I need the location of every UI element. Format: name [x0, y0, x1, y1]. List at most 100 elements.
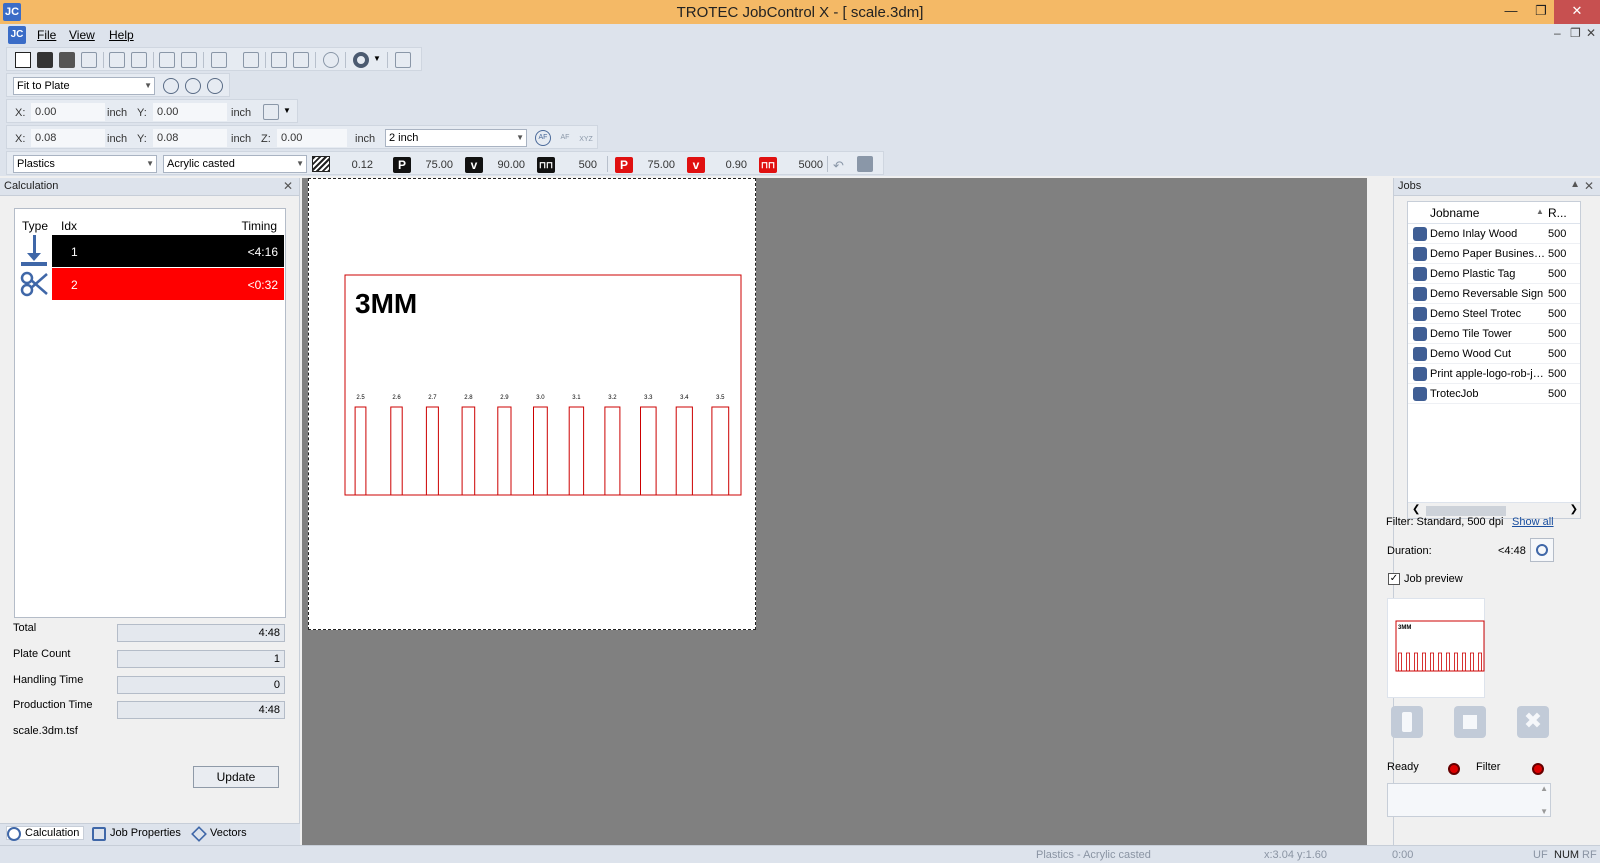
close-icon[interactable]: ✕: [1554, 0, 1600, 24]
layers-icon[interactable]: [243, 52, 259, 68]
arrange-icon[interactable]: [131, 52, 147, 68]
restore-icon[interactable]: ❐: [1526, 0, 1556, 24]
ready-status-icon: [1448, 763, 1460, 775]
autofocus-icon[interactable]: AF: [535, 130, 551, 146]
save-icon[interactable]: [37, 52, 53, 68]
update-button[interactable]: Update: [193, 766, 279, 788]
timer-button[interactable]: [1530, 538, 1554, 562]
zoom-out-icon[interactable]: [207, 78, 223, 94]
list-item[interactable]: TrotecJob 500: [1408, 384, 1580, 404]
column-r[interactable]: R...: [1548, 206, 1567, 220]
zoom-select[interactable]: Fit to Plate ▼: [13, 77, 155, 95]
x-position-field[interactable]: 0.00: [31, 103, 105, 121]
cut-speed[interactable]: 0.90: [711, 159, 747, 171]
rotate-icon[interactable]: [271, 52, 287, 68]
mirror-icon[interactable]: [159, 52, 175, 68]
settings-dropdown-icon[interactable]: ▼: [373, 54, 381, 63]
y-size-field[interactable]: 0.08: [153, 129, 227, 147]
print-icon[interactable]: [81, 52, 97, 68]
cut-frequency[interactable]: 5000: [787, 159, 823, 171]
close-panel-icon[interactable]: ✕: [283, 179, 293, 193]
zoom-icon[interactable]: [163, 78, 179, 94]
position-toolbar-row: X: 0.00 inch Y: 0.00 inch ▼: [0, 98, 1600, 124]
export-icon[interactable]: [211, 52, 227, 68]
menu-view[interactable]: View: [69, 28, 95, 42]
preview-eye-icon[interactable]: [323, 52, 339, 68]
list-item[interactable]: Demo Reversable Sign 500: [1408, 284, 1580, 304]
engrave-power[interactable]: 75.00: [417, 159, 453, 171]
scroll-down-icon[interactable]: ▼: [1540, 807, 1548, 816]
autofocus-off-icon[interactable]: AF: [557, 130, 573, 146]
design-canvas[interactable]: 3MM 2.5 2.6 2.7 2.8 2.9 3.0 3.1 3.2 3.3 3.4 3.5: [302, 178, 1367, 845]
list-item[interactable]: Demo Paper Business... 500: [1408, 244, 1580, 264]
stop-button[interactable]: [1454, 706, 1486, 738]
list-item[interactable]: Demo Tile Tower 500: [1408, 324, 1580, 344]
design-graphic[interactable]: 3MM 2.5 2.6 2.7 2.8 2.9 3.0 3.1 3.2 3.3 3.4 3.5: [309, 179, 757, 631]
engrave-frequency[interactable]: 500: [561, 159, 597, 171]
tick-label: 2.8: [464, 395, 473, 401]
usb-button[interactable]: [1391, 706, 1423, 738]
list-item[interactable]: Demo Inlay Wood 500: [1408, 224, 1580, 244]
material-type-select[interactable]: Acrylic casted ▼: [163, 155, 307, 173]
menu-help[interactable]: Help: [109, 28, 134, 42]
thickness-select[interactable]: 2 inch ▼: [385, 129, 527, 147]
tick-label: 3.2: [608, 395, 617, 401]
show-all-link[interactable]: Show all: [1512, 516, 1554, 528]
scroll-right-icon[interactable]: ❯: [1570, 504, 1578, 515]
mdi-close-icon[interactable]: ✕: [1586, 26, 1596, 40]
jobs-header: Jobname ▲ R...: [1408, 202, 1580, 224]
save-material-icon[interactable]: [857, 156, 873, 172]
hatch-icon[interactable]: [312, 156, 330, 172]
mdi-minimize-icon[interactable]: –: [1554, 26, 1561, 40]
job-name: Demo Plastic Tag: [1430, 268, 1516, 280]
job-preview-checkbox[interactable]: ✓: [1388, 573, 1400, 585]
pin-icon[interactable]: ▲: [1570, 179, 1580, 190]
tab-job-properties[interactable]: Job Properties: [92, 827, 181, 841]
scroll-up-icon[interactable]: ▲: [1540, 784, 1548, 793]
table-row[interactable]: 2 <0:32: [52, 268, 284, 300]
close-panel-icon[interactable]: ✕: [1584, 179, 1594, 193]
z-field[interactable]: 0.00: [277, 129, 347, 147]
list-item[interactable]: Print apple-logo-rob-ja... 500: [1408, 364, 1580, 384]
job-resolution: 500: [1548, 288, 1567, 300]
material-group-select[interactable]: Plastics ▼: [13, 155, 157, 173]
x-size-field[interactable]: 0.08: [31, 129, 105, 147]
open-icon[interactable]: [59, 52, 75, 68]
job-resolution: 500: [1548, 248, 1567, 260]
thickness-value: 2 inch: [389, 132, 419, 144]
exhaust-button[interactable]: ✖: [1517, 706, 1549, 738]
duplicate-icon[interactable]: [181, 52, 197, 68]
job-resolution: 500: [1548, 328, 1567, 340]
size-toolbar-row: X: 0.08 inch Y: 0.08 inch Z: 0.00 inch 2…: [0, 124, 1600, 150]
tab-calculation[interactable]: Calculation: [6, 826, 85, 841]
scale-teeth: 2.5 2.6 2.7 2.8 2.9 3.0 3.1 3.2 3.3 3.4 3.5: [345, 395, 741, 496]
chevron-down-icon: ▼: [516, 133, 524, 142]
column-jobname[interactable]: Jobname: [1430, 206, 1479, 220]
new-document-icon[interactable]: [15, 52, 31, 68]
mdi-restore-icon[interactable]: ❐: [1570, 26, 1581, 40]
settings-gear-icon[interactable]: [353, 52, 369, 68]
tab-vectors[interactable]: Vectors: [191, 826, 247, 842]
engrave-speed[interactable]: 90.00: [489, 159, 525, 171]
anchor-point-icon[interactable]: [263, 104, 279, 120]
menu-file[interactable]: File: [37, 28, 56, 42]
zoom-in-icon[interactable]: [185, 78, 201, 94]
y-position-field[interactable]: 0.00: [153, 103, 227, 121]
minimize-icon[interactable]: —: [1496, 0, 1526, 24]
cut-power[interactable]: 75.00: [639, 159, 675, 171]
y-unit: inch: [231, 107, 252, 119]
xyz-icon[interactable]: XYZ: [577, 130, 595, 146]
laser-connect-icon[interactable]: [395, 52, 411, 68]
scroll-left-icon[interactable]: ❮: [1412, 504, 1420, 515]
anchor-dropdown-icon[interactable]: ▼: [283, 106, 291, 115]
list-item[interactable]: Demo Steel Trotec 500: [1408, 304, 1580, 324]
distribute-icon[interactable]: [293, 52, 309, 68]
undo-icon[interactable]: ↶: [833, 158, 844, 174]
list-item[interactable]: Demo Plastic Tag 500: [1408, 264, 1580, 284]
list-item[interactable]: Demo Wood Cut 500: [1408, 344, 1580, 364]
table-row[interactable]: 1 <4:16: [52, 235, 284, 267]
working-plate[interactable]: 3MM 2.5 2.6 2.7 2.8 2.9 3.0 3.1 3.2 3.3 3.4 3.5: [308, 178, 756, 630]
scrollbar-thumb[interactable]: [1426, 506, 1506, 516]
align-icon[interactable]: [109, 52, 125, 68]
app-menu-icon[interactable]: JC: [8, 26, 26, 44]
